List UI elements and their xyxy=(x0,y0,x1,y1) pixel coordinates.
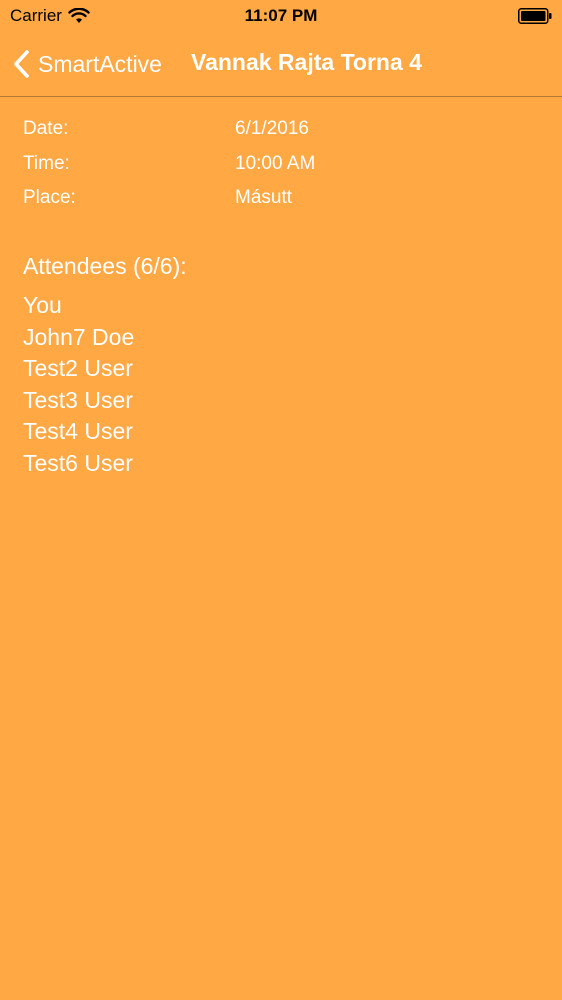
detail-row-time: Time: 10:00 AM xyxy=(23,153,523,188)
navigation-bar: SmartActive Vannak Rajta Torna 4 xyxy=(0,34,562,97)
status-bar: Carrier 11:07 PM xyxy=(0,0,562,34)
attendees-list: You John7 Doe Test2 User Test3 User Test… xyxy=(23,290,134,479)
detail-row-place: Place: Másutt xyxy=(23,187,523,222)
battery-icon xyxy=(518,8,552,24)
event-details: Date: 6/1/2016 Time: 10:00 AM Place: Más… xyxy=(23,118,523,222)
date-label: Date: xyxy=(23,118,69,139)
attendees-header: Attendees (6/6): xyxy=(23,253,187,279)
place-label: Place: xyxy=(23,187,76,208)
status-time: 11:07 PM xyxy=(244,6,318,25)
page-title: Vannak Rajta Torna 4 xyxy=(191,49,422,75)
date-value: 6/1/2016 xyxy=(235,118,309,139)
time-label: Time: xyxy=(23,152,70,174)
attendee-item: Test2 User xyxy=(23,355,133,381)
attendee-item: You xyxy=(23,292,62,318)
back-button[interactable]: SmartActive xyxy=(12,46,162,82)
place-value: Másutt xyxy=(235,187,293,208)
attendee-item: Test4 User xyxy=(23,418,133,444)
attendee-item: Test3 User xyxy=(23,386,133,413)
detail-row-date: Date: 6/1/2016 xyxy=(23,118,523,153)
back-button-label: SmartActive xyxy=(38,50,162,77)
attendee-item: Test6 User xyxy=(23,449,133,476)
attendee-item: John7 Doe xyxy=(23,323,135,350)
back-chevron-icon xyxy=(14,50,29,78)
time-value: 10:00 AM xyxy=(235,152,316,174)
